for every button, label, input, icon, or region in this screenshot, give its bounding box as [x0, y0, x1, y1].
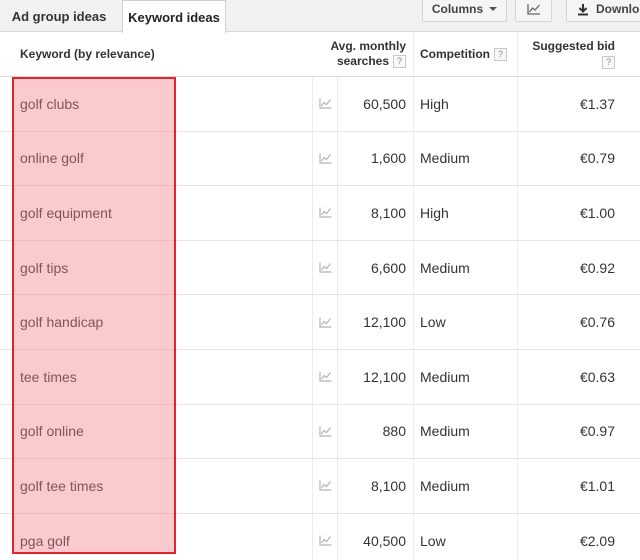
keyword-cell[interactable]: golf tips — [0, 241, 312, 295]
header-avg-monthly-searches[interactable]: Avg. monthly searches? — [312, 32, 414, 76]
trend-cell[interactable] — [312, 77, 338, 131]
keyword-planner-page: Ad group ideas Keyword ideas Columns Dow… — [0, 0, 640, 560]
header-suggested-bid[interactable]: Suggested bid ? — [518, 32, 640, 76]
keyword-cell[interactable]: golf clubs — [0, 77, 312, 131]
trend-cell[interactable] — [312, 459, 338, 513]
keyword-cell[interactable]: golf equipment — [0, 186, 312, 240]
line-chart-icon — [526, 4, 540, 15]
header-suggested-bid-label: Suggested bid — [532, 39, 615, 53]
table-header-row: Keyword (by relevance) Avg. monthly sear… — [0, 32, 640, 77]
header-avg-monthly-line2-text: searches — [336, 54, 389, 68]
avg-monthly-searches-cell: 40,500 — [338, 513, 414, 560]
trend-chart-icon[interactable] — [318, 317, 332, 328]
trend-cell[interactable] — [312, 349, 338, 404]
trend-chart-icon[interactable] — [318, 262, 332, 273]
tab-bar: Ad group ideas Keyword ideas Columns Dow… — [0, 0, 640, 33]
trend-cell[interactable] — [312, 186, 338, 240]
trend-cell[interactable] — [312, 295, 338, 349]
avg-monthly-searches-cell: 60,500 — [338, 77, 414, 131]
table-row[interactable]: golf clubs 60,500 High €1.37 — [0, 77, 640, 132]
table-row[interactable]: golf handicap 12,100 Low €0.76 — [0, 295, 640, 350]
trend-cell[interactable] — [312, 513, 338, 560]
columns-button[interactable]: Columns — [422, 0, 507, 22]
help-icon[interactable]: ? — [602, 56, 615, 69]
trend-chart-icon[interactable] — [318, 153, 332, 164]
trend-chart-icon[interactable] — [318, 535, 332, 546]
columns-button-label: Columns — [431, 2, 484, 16]
competition-cell: Medium — [414, 240, 518, 295]
keyword-cell[interactable]: golf handicap — [0, 295, 312, 349]
trend-chart-icon[interactable] — [318, 98, 332, 109]
header-avg-monthly-line2: searches? — [337, 54, 406, 69]
competition-cell: Medium — [414, 131, 518, 186]
chart-toggle-button[interactable] — [515, 0, 552, 22]
suggested-bid-cell: €1.37 — [579, 95, 615, 112]
keyword-ideas-table: Keyword (by relevance) Avg. monthly sear… — [0, 32, 640, 560]
table-row[interactable]: pga golf 40,500 Low €2.09 — [0, 513, 640, 560]
trend-chart-icon[interactable] — [318, 480, 332, 492]
table-row[interactable]: golf equipment 8,100 High €1.00 — [0, 186, 640, 241]
table-body: golf clubs 60,500 High €1.37 online golf 1,60… — [0, 77, 640, 560]
keyword-cell[interactable]: online golf — [0, 132, 312, 186]
competition-cell: Low — [414, 513, 518, 560]
trend-chart-icon[interactable] — [318, 371, 332, 382]
download-button-label: Downlo — [596, 2, 640, 16]
avg-monthly-searches-cell: 880 — [338, 404, 414, 459]
competition-cell: High — [414, 186, 518, 240]
table-row[interactable]: online golf 1,600 Medium €0.79 — [0, 131, 640, 187]
competition-cell: Medium — [414, 404, 518, 459]
keyword-cell[interactable]: tee times — [0, 350, 312, 404]
header-competition[interactable]: Competition? — [414, 32, 518, 76]
keyword-cell[interactable]: golf tee times — [0, 459, 312, 513]
chevron-down-icon — [489, 7, 498, 11]
competition-cell: Medium — [414, 349, 518, 404]
competition-cell: Medium — [414, 459, 518, 513]
suggested-bid-cell: €0.79 — [579, 150, 615, 167]
avg-monthly-searches-cell: 8,100 — [338, 186, 414, 240]
trend-cell[interactable] — [312, 240, 338, 295]
competition-cell: High — [414, 77, 518, 131]
header-avg-monthly-line1: Avg. monthly — [330, 39, 406, 53]
trend-chart-icon[interactable] — [318, 426, 332, 437]
avg-monthly-searches-cell: 12,100 — [338, 295, 414, 349]
help-icon[interactable]: ? — [393, 55, 406, 69]
suggested-bid-cell: €1.01 — [579, 477, 615, 494]
help-icon[interactable]: ? — [494, 47, 507, 61]
download-button[interactable]: Downlo — [566, 0, 640, 22]
suggested-bid-cell: €2.09 — [579, 532, 615, 549]
suggested-bid-cell: €0.97 — [579, 423, 615, 440]
trend-cell[interactable] — [312, 404, 338, 459]
avg-monthly-searches-cell: 6,600 — [338, 240, 414, 295]
suggested-bid-cell: €0.63 — [579, 368, 615, 385]
trend-chart-icon[interactable] — [318, 207, 332, 219]
suggested-bid-cell: €0.92 — [579, 259, 615, 276]
table-row[interactable]: tee times 12,100 Medium €0.63 — [0, 349, 640, 405]
suggested-bid-cell: €0.76 — [579, 314, 615, 331]
tab-ad-group-ideas[interactable]: Ad group ideas — [0, 0, 118, 32]
trend-cell[interactable] — [312, 131, 338, 186]
competition-cell: Low — [414, 295, 518, 349]
download-arrow-icon — [578, 3, 588, 15]
table-row[interactable]: golf online 880 Medium €0.97 — [0, 404, 640, 460]
suggested-bid-cell: €1.00 — [579, 204, 615, 221]
avg-monthly-searches-cell: 12,100 — [338, 349, 414, 404]
tab-keyword-ideas[interactable]: Keyword ideas — [122, 0, 226, 33]
keyword-cell[interactable]: golf online — [0, 405, 312, 459]
header-keyword[interactable]: Keyword (by relevance) — [0, 32, 312, 76]
avg-monthly-searches-cell: 8,100 — [338, 459, 414, 513]
table-row[interactable]: golf tee times 8,100 Medium €1.01 — [0, 459, 640, 514]
table-row[interactable]: golf tips 6,600 Medium €0.92 — [0, 240, 640, 296]
avg-monthly-searches-cell: 1,600 — [338, 131, 414, 186]
header-competition-label: Competition — [420, 47, 490, 61]
keyword-cell[interactable]: pga golf — [0, 514, 312, 560]
